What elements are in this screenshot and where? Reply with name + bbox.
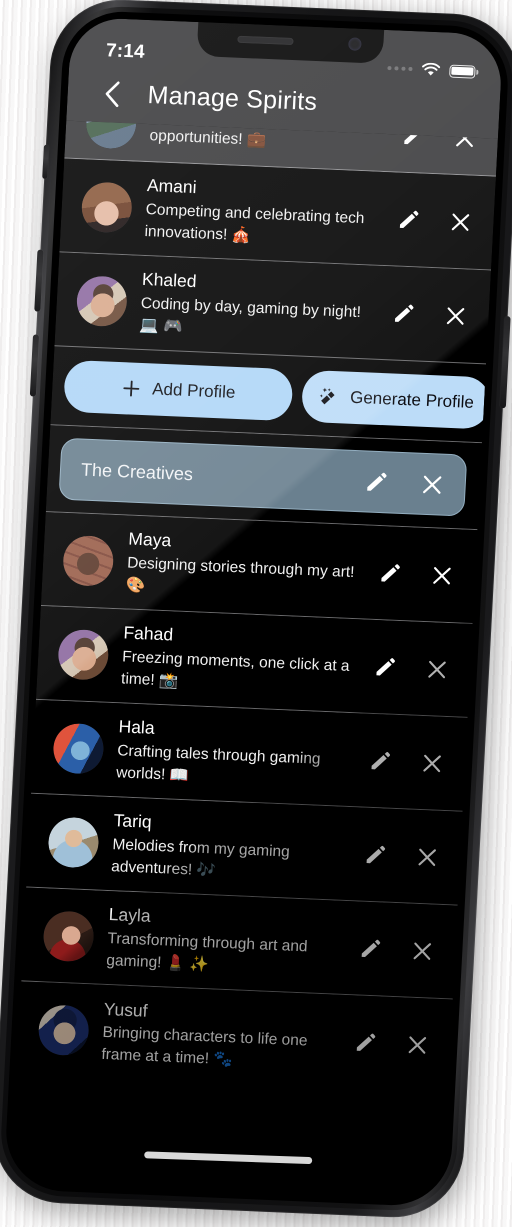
close-x-icon [422,475,441,494]
phone-screen: 7:14 Manage Spirits opportunities! 💼 Ama… [10,16,504,1201]
profile-description: Transforming through art and gaming! 💄 ✨ [105,929,308,974]
close-x-icon [408,1036,427,1054]
delete-profile-button[interactable] [414,843,441,870]
delete-profile-button[interactable] [447,208,474,235]
status-time: 7:14 [105,40,146,63]
edit-profile-button[interactable] [390,300,417,327]
avatar [75,274,129,327]
avatar [42,909,95,962]
plus-icon [123,380,140,397]
back-button[interactable] [95,77,129,110]
table-row[interactable]: Khaled Coding by day, gaming by night! 💻… [54,252,492,365]
table-row[interactable]: Tariq Melodies from my gaming adventures… [26,793,463,906]
pencil-icon [376,657,395,675]
table-row[interactable]: Layla Transforming through art and gamin… [21,887,458,1000]
profile-description: Bringing characters to life one frame at… [100,1024,308,1069]
table-row[interactable]: Hala Crafting tales through gaming world… [30,699,468,812]
profile-description: Coding by day, gaming by night! 💻 🎮 [139,294,362,336]
row-actions [367,747,452,776]
edit-group-button[interactable] [362,468,389,495]
page-title: Manage Spirits [147,80,318,116]
magic-wand-icon [319,387,335,404]
row-actions [376,560,461,589]
generate-profile-label: Generate Profile [349,387,475,412]
row-text: Maya Designing stories through my art! 🎨 [125,528,364,606]
row-actions [362,841,447,870]
avatar [84,120,138,150]
edit-profile-button[interactable] [395,206,422,233]
delete-group-button[interactable] [418,471,445,498]
delete-profile-button[interactable] [428,562,455,589]
close-x-icon [451,213,470,231]
close-x-icon [428,660,446,678]
pencil-icon [394,304,414,322]
edit-profile-button[interactable] [362,841,389,868]
add-profile-label: Add Profile [151,379,236,402]
delete-profile-button[interactable] [442,302,469,329]
row-actions [395,206,480,235]
close-x-icon [433,566,451,584]
avatar [57,628,110,681]
row-text: Tariq Melodies from my gaming adventures… [111,809,350,887]
screenshot-stage: 7:14 Manage Spirits opportunities! 💼 Ama… [0,0,512,1227]
group-header[interactable]: The Creatives [58,437,468,517]
avatar [80,180,134,233]
close-x-icon [423,754,441,772]
edit-profile-button[interactable] [357,935,384,962]
generate-profile-button[interactable]: Generate Profile [300,369,492,430]
pencil-icon [399,210,419,228]
avatar [47,815,100,869]
edit-profile-button[interactable] [371,653,398,680]
pencil-icon [366,472,387,491]
delete-profile-button[interactable] [418,749,445,776]
row-text: Khaled Coding by day, gaming by night! 💻… [139,268,378,346]
profiles-list[interactable]: On the hunt for tech opportunities! 💼 [10,120,498,1201]
avatar [37,1004,90,1057]
group-title: The Creatives [80,459,194,484]
pencil-icon [371,751,390,769]
table-row[interactable]: Maya Designing stories through my art! 🎨 [40,512,478,625]
chevron-left-icon [105,80,120,107]
profile-description: Melodies from my gaming adventures! 🎶 [110,835,291,880]
edit-profile-button[interactable] [352,1029,379,1056]
table-row[interactable]: Yusuf Bringing characters to life one fr… [16,981,453,1094]
table-row[interactable]: Amani Competing and celebrating tech inn… [59,158,496,271]
profile-description: Freezing moments, one click at a time! 📸 [120,648,350,690]
phone-device: 7:14 Manage Spirits opportunities! 💼 Ama… [0,0,512,1227]
pencil-icon [356,1033,376,1051]
close-x-icon [446,306,465,325]
add-profile-button[interactable]: Add Profile [63,359,294,422]
profile-description: Competing and celebrating tech innovatio… [144,200,365,245]
avatar [61,534,115,587]
avatar [52,722,105,775]
row-text: Hala Crafting tales through gaming world… [116,716,355,794]
row-actions [371,653,456,682]
profile-description: Designing stories through my art! 🎨 [125,554,355,595]
edit-profile-button[interactable] [376,560,403,587]
battery-icon [449,64,476,79]
row-text: Layla Transforming through art and gamin… [106,903,345,981]
row-actions [390,300,475,329]
row-text: Amani Competing and celebrating tech inn… [144,174,383,252]
row-text: Yusuf Bringing characters to life one fr… [101,998,340,1076]
delete-profile-button[interactable] [404,1032,431,1059]
status-indicators [387,39,477,79]
row-actions [357,935,442,964]
pencil-icon [381,563,400,582]
row-text: Fahad Freezing moments, one click at a t… [121,622,360,700]
row-actions [352,1029,437,1058]
table-row[interactable]: Fahad Freezing moments, one click at a t… [35,605,473,718]
profile-description: Crafting tales through gaming worlds! 📖 [115,742,321,785]
close-x-icon [413,942,432,960]
pencil-icon [366,845,386,863]
edit-profile-button[interactable] [367,747,394,774]
signal-dots-icon [387,66,413,72]
close-x-icon [418,848,437,866]
wifi-icon [422,62,441,76]
pencil-icon [361,939,381,957]
delete-profile-button[interactable] [409,937,436,964]
delete-profile-button[interactable] [423,656,450,683]
